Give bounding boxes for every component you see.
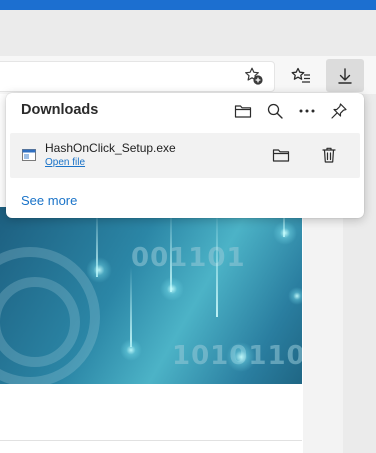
hero-image: 001101 1010110 [0,207,302,384]
open-file-link[interactable]: Open file [45,157,85,168]
see-more-link[interactable]: See more [21,193,77,208]
download-item[interactable]: HashOnClick_Setup.exe Open file [10,133,360,178]
exe-file-icon [22,148,36,161]
star-plus-icon[interactable] [241,63,267,89]
search-icon[interactable] [262,98,288,124]
content-divider [0,440,302,441]
tab-strip [0,10,376,56]
download-arrow-icon[interactable] [326,59,364,92]
folder-icon[interactable] [268,142,294,168]
downloads-title: Downloads [21,102,99,118]
title-bar [0,0,376,10]
more-icon[interactable] [294,98,320,124]
favorites-list-icon[interactable] [287,62,315,90]
pin-icon[interactable] [326,98,352,124]
address-bar[interactable] [0,61,275,92]
download-file-name: HashOnClick_Setup.exe [45,141,176,155]
downloads-panel: Downloads HashOnClick_Setup.exe Open fil… [6,93,364,218]
folder-icon[interactable] [230,98,256,124]
trash-icon[interactable] [316,142,342,168]
hero-binary-text: 001101 [131,243,246,273]
